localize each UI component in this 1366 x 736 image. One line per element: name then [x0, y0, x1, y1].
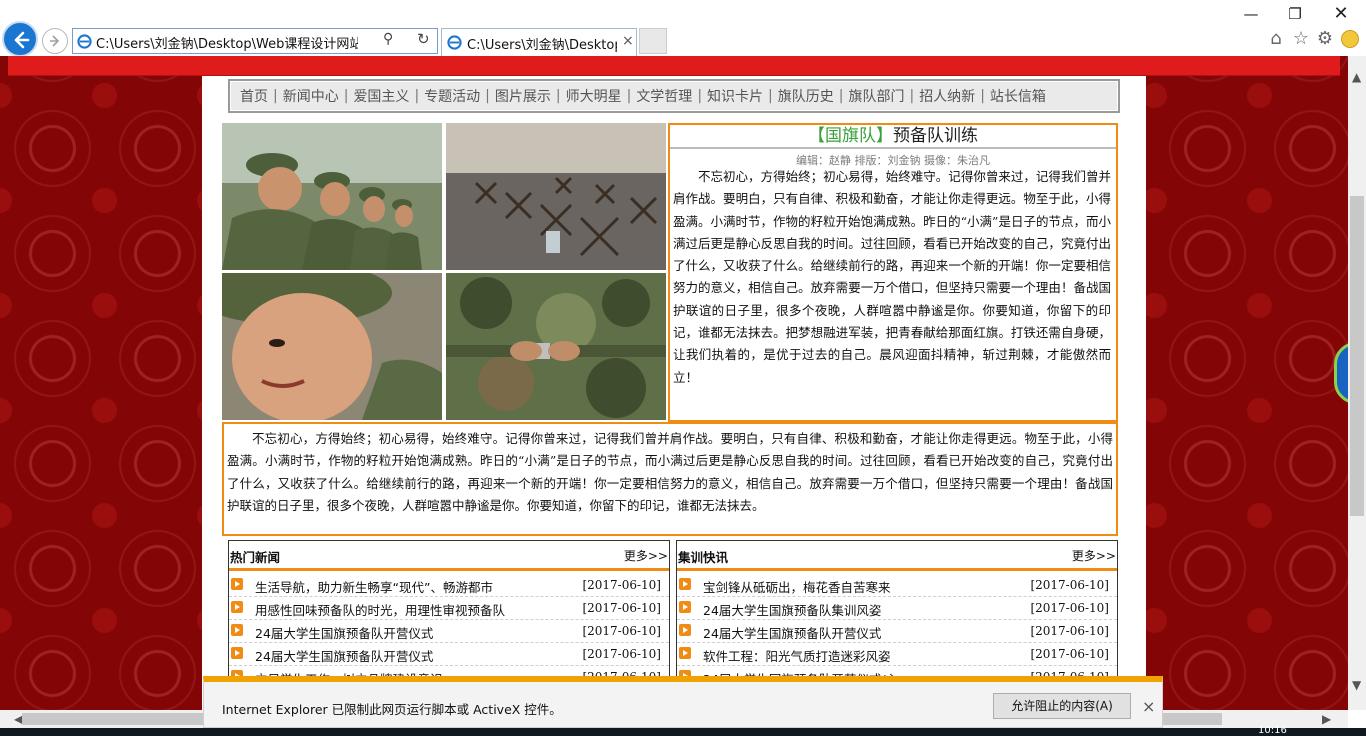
address-url[interactable]: C:\Users\刘金钠\Desktop\Web课程设计网站国旗\我: [96, 33, 358, 52]
news-row[interactable]: 24届大学生国旗预备队开营仪式 [2017-06-10]: [229, 620, 669, 643]
tab-label: C:\Users\刘金钠\Desktop...: [467, 38, 617, 53]
tab-close-icon[interactable]: ×: [622, 33, 634, 49]
allow-blocked-content-button[interactable]: 允许阻止的内容(A): [993, 693, 1131, 719]
news-row[interactable]: 宝剑锋从砥砺出，梅花香自苦寒来 [2017-06-10]: [677, 574, 1117, 597]
news-title-link[interactable]: 24届大学生国旗预备队开营仪式: [255, 623, 433, 642]
minimize-icon[interactable]: —: [1240, 4, 1262, 24]
news-date: [2017-06-10]: [582, 578, 661, 592]
back-button[interactable]: [2, 21, 38, 57]
article-title-tag: 【国旗队】: [808, 126, 893, 146]
nav-item-8[interactable]: 旗队历史: [773, 86, 839, 106]
vertical-scroll-thumb[interactable]: [1350, 196, 1364, 516]
home-icon[interactable]: ⌂: [1266, 29, 1286, 49]
nav-item-2[interactable]: 爱国主义: [348, 86, 414, 106]
photo-smiling-cadet: [222, 273, 442, 420]
arrow-right-icon: [50, 35, 60, 47]
training-news-list: 宝剑锋从砥砺出，梅花香自苦寒来 [2017-06-10] 24届大学生国旗预备队集训…: [677, 574, 1117, 689]
arrow-bullet-icon: [679, 601, 691, 613]
news-title-link[interactable]: 生活导航，助力新生畅享“现代”、畅游都市: [255, 577, 493, 596]
nav-item-3[interactable]: 专题活动: [419, 86, 485, 106]
intro-paragraph: 不忘初心，方得始终；初心易得，始终难守。记得你曾来过，记得我们曾并肩作战。要明白…: [222, 422, 1118, 536]
vertical-scrollbar[interactable]: ▲ ▼: [1348, 56, 1366, 710]
news-title-link[interactable]: 24届大学生国旗预备队集训风姿: [703, 600, 881, 619]
arrow-bullet-icon: [231, 624, 243, 636]
taskbar: 10:16: [0, 725, 1366, 736]
scroll-up-icon[interactable]: ▲: [1352, 70, 1361, 84]
taskbar-clock: 10:16: [1258, 725, 1287, 736]
gear-icon[interactable]: ⚙: [1315, 29, 1335, 49]
nav-item-7[interactable]: 知识卡片: [702, 86, 768, 106]
photo-stools-rows: [446, 123, 666, 270]
page-viewport: 首页 | 新闻中心 | 爱国主义 | 专题活动 | 图片展示 | 师大明星 | 文学哲理 | 知识卡片 | 旗队…: [0, 56, 1348, 710]
arrow-bullet-icon: [679, 624, 691, 636]
training-news-more-link[interactable]: 更多>>: [1072, 547, 1116, 564]
photo-belt-buckle: [446, 273, 666, 420]
nav-item-0[interactable]: 首页: [235, 86, 273, 106]
page-content: 首页 | 新闻中心 | 爱国主义 | 专题活动 | 图片展示 | 师大明星 | 文学哲理 | 知识卡片 | 旗队…: [202, 76, 1146, 710]
arrow-bullet-icon: [231, 647, 243, 659]
nav-item-6[interactable]: 文学哲理: [631, 86, 697, 106]
article-title: 【国旗队】预备队训练: [670, 125, 1116, 149]
article-title-text: 预备队训练: [893, 126, 978, 146]
news-row[interactable]: 24届大学生国旗预备队开营仪式 [2017-06-10]: [229, 643, 669, 666]
nav-item-5[interactable]: 师大明星: [561, 86, 627, 106]
smiley-icon[interactable]: [1341, 30, 1359, 48]
hot-news-title: 热门新闻: [230, 550, 281, 565]
news-row[interactable]: 24届大学生国旗预备队集训风姿 [2017-06-10]: [677, 597, 1117, 620]
news-date: [2017-06-10]: [1030, 601, 1109, 615]
notification-bar: Internet Explorer 已限制此网页运行脚本或 ActiveX 控件…: [203, 676, 1163, 728]
news-row[interactable]: 24届大学生国旗预备队开营仪式 [2017-06-10]: [677, 620, 1117, 643]
scroll-right-icon[interactable]: ▶: [1322, 712, 1331, 726]
article-body: 不忘初心，方得始终；初心易得，始终难守。记得你曾来过，记得我们曾并肩作战。要明白…: [673, 169, 1111, 385]
news-row[interactable]: 软件工程：阳光气质打造迷彩风姿 [2017-06-10]: [677, 643, 1117, 666]
arrow-bullet-icon: [679, 647, 691, 659]
news-date: [2017-06-10]: [1030, 647, 1109, 661]
nav-item-10[interactable]: 招人纳新: [914, 86, 980, 106]
browser-tab[interactable]: C:\Users\刘金钠\Desktop... ×: [441, 28, 637, 56]
hot-news-list: 生活导航，助力新生畅享“现代”、畅游都市 [2017-06-10] 用感性回味预备队…: [229, 574, 669, 689]
search-icon[interactable]: ⚲: [383, 31, 393, 47]
red-banner: [8, 56, 1340, 76]
hot-news-header: 热门新闻 更多>>: [229, 541, 669, 571]
arrow-bullet-icon: [231, 601, 243, 613]
news-date: [2017-06-10]: [582, 647, 661, 661]
forward-button[interactable]: [42, 28, 68, 54]
notification-message: Internet Explorer 已限制此网页运行脚本或 ActiveX 控件…: [222, 702, 562, 717]
news-row[interactable]: 生活导航，助力新生畅享“现代”、畅游都市 [2017-06-10]: [229, 574, 669, 597]
news-title-link[interactable]: 软件工程：阳光气质打造迷彩风姿: [703, 646, 891, 665]
training-news-header: 集训快讯 更多>>: [677, 541, 1117, 571]
star-icon[interactable]: ☆: [1291, 29, 1311, 49]
photo-soldiers-profile: [222, 123, 442, 270]
scroll-down-icon[interactable]: ▼: [1352, 678, 1361, 692]
nav-item-9[interactable]: 旗队部门: [843, 86, 909, 106]
arrow-bullet-icon: [231, 578, 243, 590]
news-title-link[interactable]: 宝剑锋从砥砺出，梅花香自苦寒来: [703, 577, 891, 596]
nav-item-1[interactable]: 新闻中心: [278, 86, 344, 106]
news-date: [2017-06-10]: [582, 624, 661, 638]
news-date: [2017-06-10]: [1030, 624, 1109, 638]
article-box: 【国旗队】预备队训练 编辑：赵静 排版：刘金钠 摄像：朱治凡 不忘初心，方得始终…: [668, 123, 1118, 422]
address-bar[interactable]: C:\Users\刘金钠\Desktop\Web课程设计网站国旗\我 ⚲ ↻: [72, 28, 438, 54]
new-tab-button[interactable]: [639, 28, 667, 54]
notification-close-icon[interactable]: ×: [1142, 697, 1155, 716]
close-icon[interactable]: ✕: [1330, 4, 1352, 24]
arrow-bullet-icon: [679, 578, 691, 590]
news-row[interactable]: 用感性回味预备队的时光，用理性审视预备队 [2017-06-10]: [229, 597, 669, 620]
ie-tab-icon: [447, 35, 462, 50]
news-title-link[interactable]: 24届大学生国旗预备队开营仪式: [703, 623, 881, 642]
refresh-icon[interactable]: ↻: [417, 30, 430, 48]
browser-chrome: — ❐ ✕ C:\Users\刘金钠\Desktop\Web课程设计网站国旗\我…: [0, 0, 1366, 57]
main-nav: 首页 | 新闻中心 | 爱国主义 | 专题活动 | 图片展示 | 师大明星 | 文学哲理 | 知识卡片 | 旗队…: [228, 79, 1120, 113]
news-title-link[interactable]: 用感性回味预备队的时光，用理性审视预备队: [255, 600, 505, 619]
nav-item-4[interactable]: 图片展示: [490, 86, 556, 106]
news-title-link[interactable]: 24届大学生国旗预备队开营仪式: [255, 646, 433, 665]
nav-item-11[interactable]: 站长信箱: [985, 86, 1051, 106]
news-date: [2017-06-10]: [582, 601, 661, 615]
arrow-left-icon: [14, 31, 30, 49]
restore-icon[interactable]: ❐: [1284, 4, 1306, 24]
training-news-title: 集训快讯: [678, 550, 729, 565]
news-date: [2017-06-10]: [1030, 578, 1109, 592]
hot-news-more-link[interactable]: 更多>>: [624, 547, 668, 564]
ie-page-icon: [77, 34, 92, 49]
